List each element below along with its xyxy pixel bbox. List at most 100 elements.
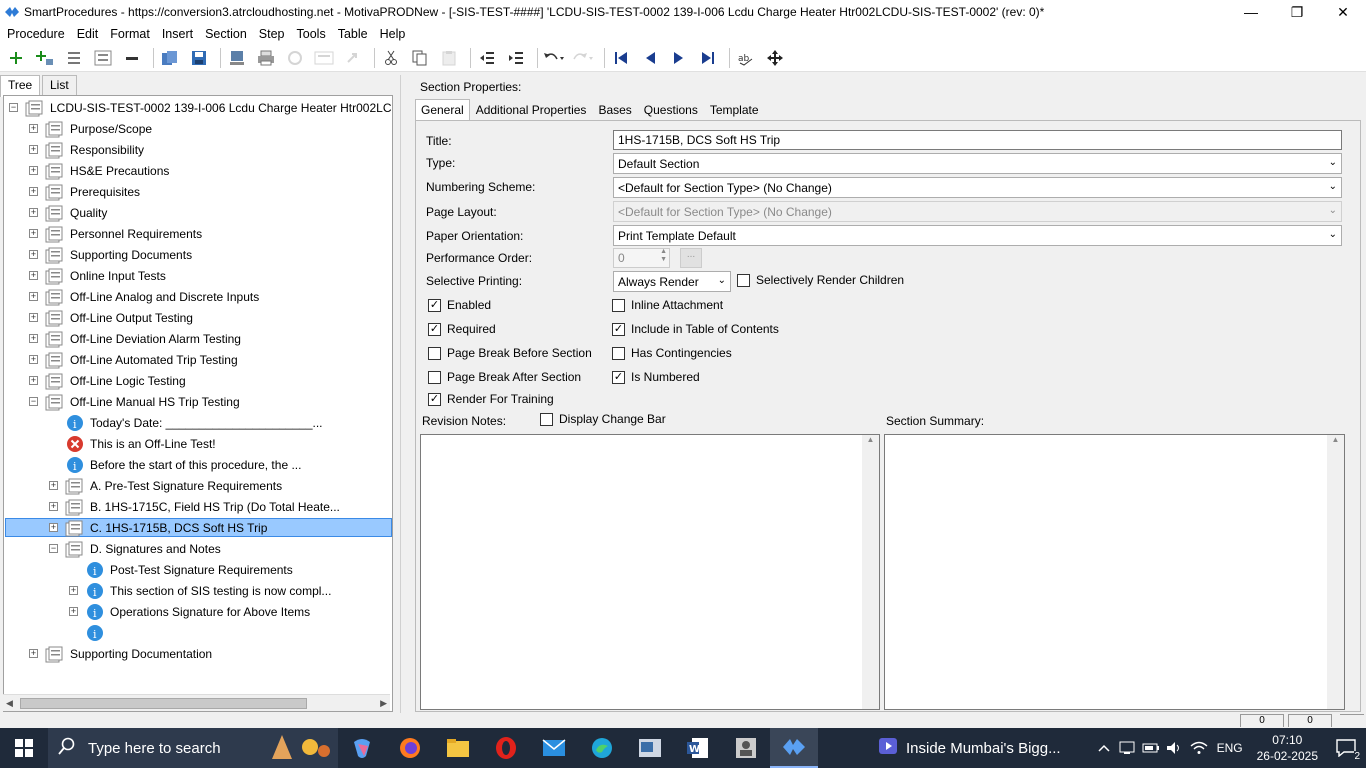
paste-icon[interactable] [437, 46, 461, 70]
checkbox-unchecked[interactable] [540, 412, 553, 426]
scroll-up-icon[interactable]: ▲ [1332, 435, 1340, 444]
expand-icon[interactable]: + [49, 523, 58, 532]
required-checkbox[interactable]: ✓ Required [428, 322, 496, 336]
last-icon[interactable] [696, 46, 720, 70]
paper-orientation-select[interactable]: Print Template Default ⌄ [613, 225, 1342, 246]
delete-icon[interactable] [120, 46, 144, 70]
tree-item[interactable]: + A. Pre-Test Signature Requirements [46, 475, 282, 496]
numbering-scheme-select[interactable]: <Default for Section Type> (No Change) ⌄ [613, 177, 1342, 198]
move-icon[interactable] [763, 46, 787, 70]
tree-item[interactable]: + Off-Line Logic Testing [26, 370, 186, 391]
scroll-right-icon[interactable]: ▶ [380, 698, 387, 709]
title-input[interactable]: 1HS-1715B, DCS Soft HS Trip [613, 130, 1342, 150]
tab-additional-properties[interactable]: Additional Properties [470, 99, 593, 120]
tree-item[interactable]: + Prerequisites [26, 181, 140, 202]
tree-item[interactable]: + Off-Line Output Testing [26, 307, 193, 328]
tree-item[interactable]: i [84, 622, 110, 643]
copy-icon[interactable] [408, 46, 432, 70]
page-break-after-checkbox[interactable]: Page Break After Section [428, 370, 581, 384]
tab-questions[interactable]: Questions [638, 99, 704, 120]
expand-icon[interactable]: + [29, 376, 38, 385]
notification-icon[interactable]: 2 [1326, 728, 1366, 768]
selective-printing-select[interactable]: Always Render ⌄ [613, 271, 731, 292]
taskbar-search[interactable]: Type here to search [48, 728, 338, 768]
outdent-icon[interactable] [475, 46, 499, 70]
expand-icon[interactable]: + [69, 586, 78, 595]
menu-edit[interactable]: Edit [72, 27, 104, 41]
expand-icon[interactable]: + [29, 166, 38, 175]
menu-tools[interactable]: Tools [292, 27, 331, 41]
expand-icon[interactable]: + [29, 229, 38, 238]
tab-general[interactable]: General [415, 99, 470, 120]
scroll-left-icon[interactable]: ◀ [6, 698, 13, 709]
pane-splitter[interactable] [400, 75, 406, 715]
checkbox-unchecked[interactable] [737, 273, 750, 287]
menu-section[interactable]: Section [200, 27, 252, 41]
enabled-checkbox[interactable]: ✓ Enabled [428, 298, 491, 312]
export-icon[interactable] [225, 46, 249, 70]
expand-icon[interactable]: + [29, 355, 38, 364]
file-explorer-icon[interactable] [434, 728, 482, 768]
tree-item[interactable]: + Personnel Requirements [26, 223, 202, 244]
tree-item[interactable]: + Supporting Documents [26, 244, 192, 265]
selectively-render-children-checkbox[interactable]: Selectively Render Children [737, 273, 904, 287]
clock[interactable]: 07:10 26-02-2025 [1249, 732, 1326, 764]
tree-item[interactable]: + Off-Line Analog and Discrete Inputs [26, 286, 259, 307]
checkbox-unchecked[interactable] [612, 298, 625, 312]
check-icon[interactable]: ✓ [612, 322, 625, 336]
mail-icon[interactable] [530, 728, 578, 768]
spin-arrows-icon[interactable]: ▲ ▼ [660, 248, 667, 264]
checkbox-unchecked[interactable] [428, 346, 441, 360]
has-contingencies-checkbox[interactable]: Has Contingencies [612, 346, 732, 360]
previous-icon[interactable] [638, 46, 662, 70]
scroll-thumb[interactable] [20, 698, 307, 709]
undo-icon[interactable] [542, 46, 566, 70]
page-break-before-checkbox[interactable]: Page Break Before Section [428, 346, 592, 360]
section-summary-textarea[interactable]: ▲ [884, 434, 1345, 710]
is-numbered-checkbox[interactable]: ✓ Is Numbered [612, 370, 700, 384]
cut-icon[interactable] [379, 46, 403, 70]
tree-item[interactable]: − Off-Line Manual HS Trip Testing [26, 391, 240, 412]
tab-tree[interactable]: Tree [0, 75, 41, 97]
window-icon[interactable] [312, 46, 336, 70]
expand-icon[interactable]: + [29, 250, 38, 259]
expand-icon[interactable]: + [29, 334, 38, 343]
tree-item[interactable]: i Today's Date: ______________________... [64, 412, 323, 433]
tab-list[interactable]: List [42, 75, 77, 96]
outdent-list-icon[interactable] [62, 46, 86, 70]
network-app-icon[interactable] [1115, 728, 1139, 768]
menu-help[interactable]: Help [375, 27, 411, 41]
collapse-icon[interactable]: − [49, 544, 58, 553]
tree-item[interactable]: i Post-Test Signature Requirements [84, 559, 293, 580]
check-icon[interactable]: ✓ [612, 370, 625, 384]
tree-item[interactable]: + i Operations Signature for Above Items [66, 601, 310, 622]
render-for-training-checkbox[interactable]: ✓ Render For Training [428, 392, 554, 406]
expand-icon[interactable]: + [29, 292, 38, 301]
page-layout-select[interactable]: <Default for Section Type> (No Change) ⌄ [613, 201, 1342, 222]
tree-item[interactable]: − D. Signatures and Notes [46, 538, 221, 559]
checkbox-unchecked[interactable] [428, 370, 441, 384]
type-select[interactable]: Default Section ⌄ [613, 153, 1342, 174]
menu-step[interactable]: Step [254, 27, 290, 41]
expand-icon[interactable]: + [29, 649, 38, 658]
tab-template[interactable]: Template [704, 99, 765, 120]
edge-icon[interactable] [578, 728, 626, 768]
spellcheck-icon[interactable]: ab [734, 46, 758, 70]
collapse-icon[interactable]: − [9, 103, 18, 112]
media-widget[interactable]: Inside Mumbai's Bigg... [878, 737, 1061, 759]
firefox-icon[interactable] [386, 728, 434, 768]
tree-item[interactable]: + Off-Line Deviation Alarm Testing [26, 328, 241, 349]
first-icon[interactable] [609, 46, 633, 70]
language-indicator[interactable]: ENG [1211, 741, 1249, 755]
menu-insert[interactable]: Insert [157, 27, 198, 41]
tree-item[interactable]: + Off-Line Automated Trip Testing [26, 349, 238, 370]
size-grip-icon[interactable] [1340, 714, 1364, 727]
remote-desktop-icon[interactable] [722, 728, 770, 768]
wifi-icon[interactable] [1187, 728, 1211, 768]
tree-horizontal-scrollbar[interactable]: ◀ ▶ [3, 694, 390, 711]
tree-root[interactable]: − LCDU-SIS-TEST-0002 139-I-006 Lcdu Char… [6, 97, 392, 118]
copilot-icon[interactable] [338, 728, 386, 768]
revision-notes-textarea[interactable]: ▲ [420, 434, 880, 710]
performance-order-button[interactable]: ... [680, 248, 702, 268]
add-child-icon[interactable] [33, 46, 57, 70]
